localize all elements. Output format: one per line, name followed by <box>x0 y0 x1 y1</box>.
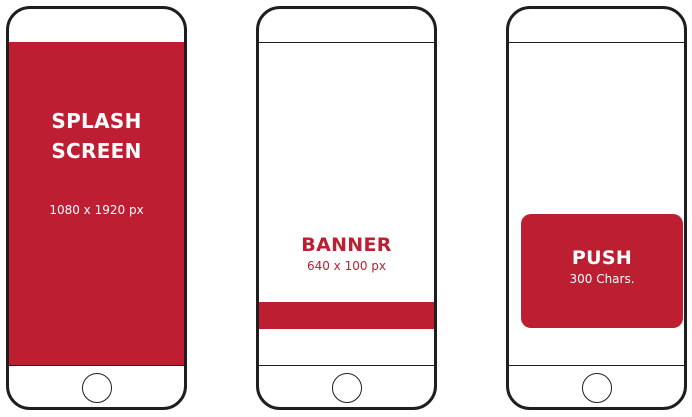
phone-splash-screen: SPLASH SCREEN 1080 x 1920 px <box>6 6 187 410</box>
splash-title-line-1: SPLASH <box>51 109 142 133</box>
screen-bottom-edge <box>9 365 184 366</box>
banner-title: BANNER <box>301 234 392 256</box>
splash-size-label: 1080 x 1920 px <box>49 203 144 217</box>
screen-top-edge <box>509 42 684 43</box>
screen-bottom-edge <box>259 365 434 366</box>
banner-ad-bar <box>259 302 434 329</box>
screen-top-edge <box>259 42 434 43</box>
push-title: PUSH <box>571 247 633 269</box>
push-notification-card: PUSH 300 Chars. <box>521 214 683 328</box>
splash-title: SPLASH SCREEN <box>9 106 184 166</box>
push-size-label: 300 Chars. <box>569 272 635 286</box>
phone-push: PUSH 300 Chars. <box>506 6 687 410</box>
banner-size-label: 640 x 100 px <box>306 259 387 273</box>
splash-screen-area: SPLASH SCREEN 1080 x 1920 px <box>9 42 184 366</box>
phone-banner: BANNER 640 x 100 px <box>256 6 437 410</box>
home-button-icon <box>81 373 112 403</box>
home-button-icon <box>331 373 362 403</box>
splash-title-line-2: SCREEN <box>51 139 142 163</box>
home-button-icon <box>581 373 612 403</box>
screen-bottom-edge <box>509 365 684 366</box>
